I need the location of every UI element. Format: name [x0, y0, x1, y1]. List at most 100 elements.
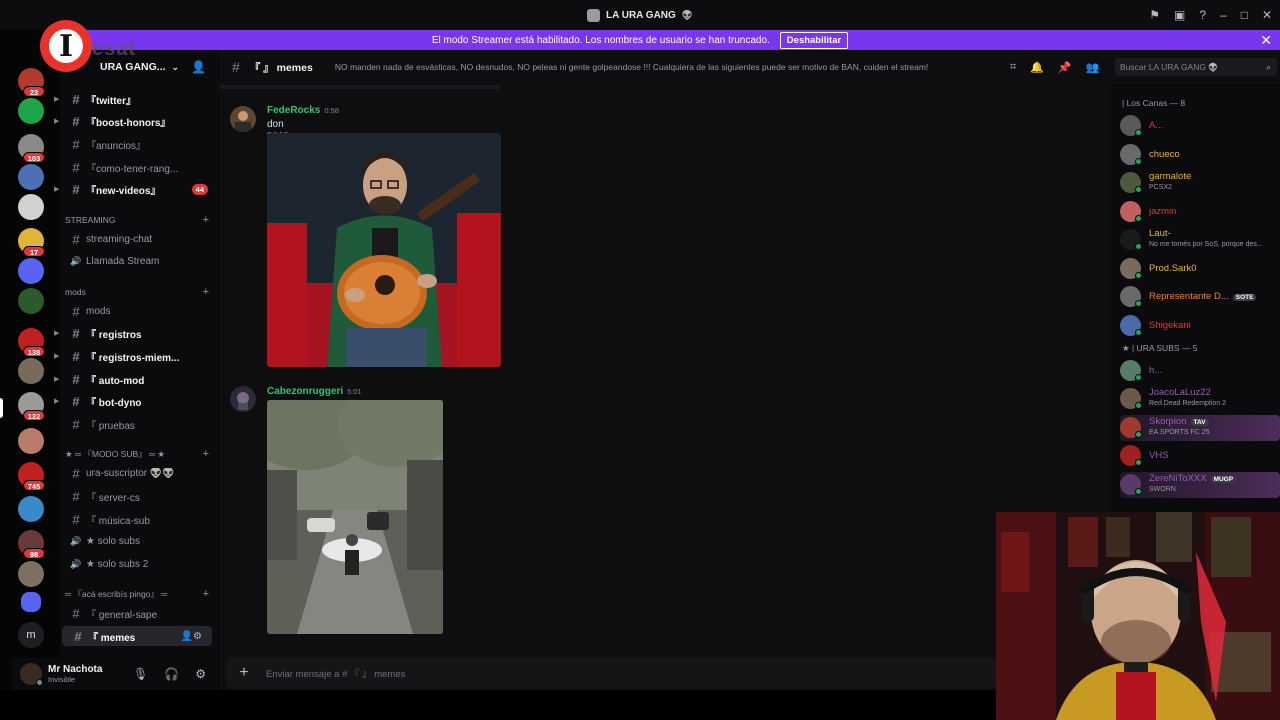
channel-item[interactable]: 🔊 ★ solo subs	[60, 531, 220, 551]
category-mods[interactable]: mods +	[65, 284, 215, 300]
member-item[interactable]: Skorpion TAV EA SPORTS FC 25	[1120, 414, 1280, 441]
search-placeholder: Buscar LA URA GANG	[1120, 62, 1206, 72]
add-channel-icon[interactable]: +	[203, 214, 209, 226]
inbox-icon[interactable]: ⚑	[1149, 8, 1160, 22]
close-window-button[interactable]: ✕	[1262, 8, 1272, 22]
member-item[interactable]: Representante D... SOTE	[1120, 284, 1280, 310]
minimize-button[interactable]: –	[1220, 8, 1227, 22]
message-image[interactable]	[267, 133, 501, 367]
server-icon-9[interactable]	[18, 358, 44, 384]
close-banner-icon[interactable]: ✕	[1260, 32, 1272, 49]
server-icon-13[interactable]	[18, 496, 44, 522]
mention-badge: 138	[23, 346, 45, 357]
member-activity: No me tomés por SoS, porque des...	[1149, 241, 1263, 248]
message-image[interactable]	[267, 400, 443, 634]
maximize-button[interactable]: □	[1241, 8, 1248, 22]
channel-settings-icon[interactable]: 👤⚙	[181, 631, 202, 642]
channel-item[interactable]: # mods	[60, 301, 220, 321]
channel-item[interactable]: ▶ # 『 bot-dyno	[54, 391, 220, 411]
disable-streamer-button[interactable]: Deshabilitar	[779, 31, 849, 49]
author-name[interactable]: Cabezonruggeri	[267, 386, 343, 397]
threads-icon[interactable]: ⌗	[1010, 61, 1016, 74]
category-aca-escribis-pingo[interactable]: ═ 『acá escribís pingo』 ═ +	[65, 586, 215, 602]
category-streaming[interactable]: STREAMING +	[65, 212, 215, 228]
channel-label: ★ solo subs 2	[86, 558, 149, 570]
settings-gear-icon[interactable]: ⚙	[195, 667, 206, 681]
screen-icon[interactable]: ▣	[1174, 8, 1185, 22]
member-item[interactable]: Laut- No me tomés por SoS, porque des...	[1120, 227, 1280, 253]
channel-item[interactable]: # 『 server-cs	[60, 486, 220, 506]
add-channel-icon[interactable]: +	[203, 448, 209, 460]
server-icon-1[interactable]	[18, 98, 44, 124]
message-author[interactable]: FedeRocks 0:58	[267, 105, 339, 116]
text-channel-icon: #	[72, 136, 80, 152]
member-name: JoacoLaLuz22	[1149, 387, 1211, 398]
member-item[interactable]: JoacoLaLuz22 Red Dead Redemption 2	[1120, 386, 1280, 412]
author-avatar[interactable]	[230, 106, 256, 132]
message-author[interactable]: Cabezonruggeri 5:01	[267, 386, 362, 397]
member-item[interactable]: Shigekani	[1120, 313, 1280, 339]
member-item[interactable]: garmalote PCSX2	[1120, 170, 1280, 196]
channel-item-memes[interactable]: # 『 memes 👤⚙	[62, 626, 212, 646]
expand-caret-icon[interactable]: ▶	[54, 375, 59, 383]
server-icon-3[interactable]	[18, 164, 44, 190]
search-input[interactable]: Buscar LA URA GANG 👽 ⌕	[1115, 58, 1277, 76]
channel-item[interactable]: # 『 pruebas	[60, 414, 220, 434]
headphones-icon[interactable]: 🎧	[164, 667, 179, 681]
member-name: h...	[1149, 365, 1162, 376]
server-icon-15[interactable]	[18, 561, 44, 587]
member-item[interactable]: jazmin	[1120, 199, 1280, 225]
channel-item[interactable]: ▶ # 『 auto-mod	[54, 369, 220, 389]
member-item[interactable]: Prod.Sark0	[1120, 256, 1280, 282]
channel-item[interactable]: ▶ # 『 registros	[54, 323, 220, 343]
author-avatar[interactable]	[230, 386, 256, 412]
member-name: Shigekani	[1149, 320, 1191, 331]
bell-icon[interactable]: 🔔	[1030, 61, 1044, 74]
server-icon-7[interactable]	[18, 288, 44, 314]
channel-item[interactable]: # 『anuncios』	[60, 134, 220, 154]
author-name[interactable]: FedeRocks	[267, 105, 320, 116]
add-member-icon[interactable]: 👤	[191, 60, 206, 74]
member-group-title: | Los Canas — 8	[1122, 98, 1186, 108]
member-item[interactable]: A...	[1120, 113, 1280, 139]
channel-item[interactable]: # 『 música-sub	[60, 509, 220, 529]
channel-item[interactable]: # 『 general-sape	[60, 603, 220, 623]
channel-item[interactable]: ▶ # 『boost-honors』	[54, 111, 220, 131]
message-composer[interactable]: + Enviar mensaje a # 『 』 memes	[226, 657, 996, 689]
channel-item[interactable]: # streaming-chat	[60, 229, 220, 249]
channel-item[interactable]: ▶ # 『new-videos』 44	[54, 179, 220, 199]
channel-label: ★ solo subs	[86, 535, 140, 547]
member-item[interactable]: chueco	[1120, 142, 1280, 168]
microphone-icon[interactable]: 🎙	[133, 667, 148, 681]
server-icon-17[interactable]: m	[18, 622, 44, 648]
expand-caret-icon[interactable]: ▶	[54, 185, 59, 193]
expand-caret-icon[interactable]: ▶	[54, 117, 59, 125]
add-attachment-icon[interactable]: +	[236, 664, 252, 681]
channel-item[interactable]: 🔊 Llamada Stream	[60, 251, 220, 271]
member-item[interactable]: h...	[1120, 358, 1280, 384]
channel-topic[interactable]: NO manden nada de esvásticas, NO desnudo…	[335, 62, 928, 72]
server-icon-6[interactable]	[18, 258, 44, 284]
server-icon-4[interactable]	[18, 194, 44, 220]
expand-caret-icon[interactable]: ▶	[54, 397, 59, 405]
user-avatar[interactable]	[20, 663, 43, 686]
expand-caret-icon[interactable]: ▶	[54, 95, 59, 103]
members-icon[interactable]: 👥	[1086, 61, 1100, 74]
add-channel-icon[interactable]: +	[203, 588, 209, 600]
add-channel-icon[interactable]: +	[203, 286, 209, 298]
server-icon-16[interactable]	[21, 592, 41, 612]
expand-caret-icon[interactable]: ▶	[54, 329, 59, 337]
category-modo-sub[interactable]: ★ ═ 『MODO SUB』 ═ ★ +	[65, 446, 215, 462]
pin-icon[interactable]: 📌	[1058, 61, 1072, 74]
channel-item[interactable]: ▶ # 『twitter』	[54, 89, 220, 109]
help-icon[interactable]: ?	[1199, 8, 1206, 22]
member-item[interactable]: ZereNiToXXX MUGP SWORN	[1120, 471, 1280, 498]
expand-caret-icon[interactable]: ▶	[54, 352, 59, 360]
server-icon-11[interactable]	[18, 428, 44, 454]
channel-item[interactable]: ▶ # 『 registros-miem...	[54, 346, 220, 366]
channel-label: mods	[86, 305, 111, 317]
channel-item[interactable]: 🔊 ★ solo subs 2	[60, 554, 220, 574]
channel-item[interactable]: # 『como-tener-rang...	[60, 157, 220, 177]
channel-item[interactable]: # ura-suscriptor 👽👽	[60, 463, 220, 483]
member-item[interactable]: VHS	[1120, 443, 1280, 469]
